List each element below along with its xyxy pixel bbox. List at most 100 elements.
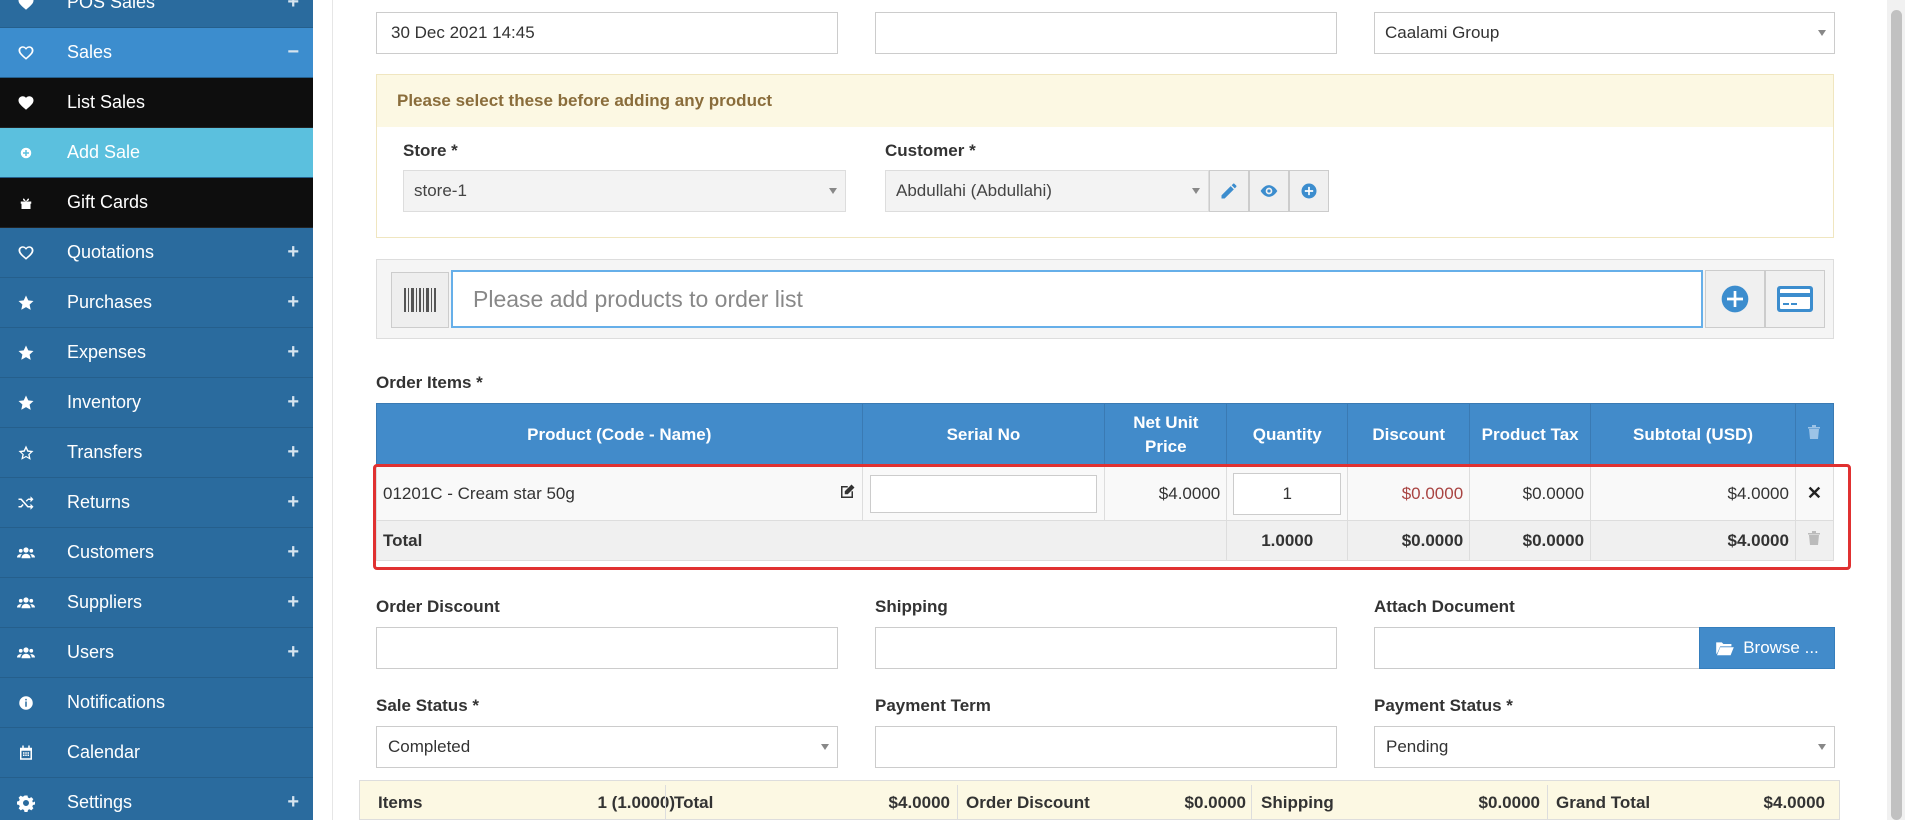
- column-header-serial[interactable]: Serial No: [861, 403, 1106, 467]
- sidebar-item-label: Sales: [67, 42, 113, 62]
- payment-term-label: Payment Term: [875, 696, 991, 715]
- gift-card-button[interactable]: [1765, 270, 1825, 328]
- customer-value: Abdullahi (Abdullahi): [896, 181, 1052, 200]
- barcode-icon: [391, 272, 449, 328]
- users-icon: [14, 544, 38, 562]
- sale-status-value: Completed: [388, 737, 471, 756]
- payment-status-label: Payment Status *: [1374, 696, 1513, 715]
- column-header-price[interactable]: Net Unit Price: [1104, 403, 1228, 467]
- heart-outline-icon: [14, 244, 38, 262]
- summary-total-value: $4.0000: [888, 793, 950, 812]
- sidebar-item-purchases[interactable]: Purchases +: [0, 278, 313, 328]
- sidebar-item-inventory[interactable]: Inventory +: [0, 378, 313, 428]
- sidebar-item-label: Expenses: [67, 342, 147, 362]
- sidebar-item-calendar[interactable]: Calendar: [0, 728, 313, 778]
- scrollbar-thumb[interactable]: [1891, 10, 1902, 820]
- shipping-input[interactable]: [875, 627, 1337, 669]
- plus-circle-icon: [1721, 285, 1749, 313]
- order-items-label: Order Items *: [376, 373, 483, 392]
- column-header-subtotal[interactable]: Subtotal (USD): [1590, 403, 1796, 467]
- sidebar-item-list-sales[interactable]: List Sales: [0, 78, 313, 128]
- summary-items-label: Items: [378, 793, 423, 812]
- date-input[interactable]: 30 Dec 2021 14:45: [376, 12, 838, 54]
- payment-status-select[interactable]: Pending: [1374, 726, 1835, 768]
- product-search-input[interactable]: Please add products to order list: [451, 270, 1703, 328]
- attach-document-label: Attach Document: [1374, 597, 1515, 616]
- sidebar-item-notifications[interactable]: Notifications: [0, 678, 313, 728]
- sidebar-item-pos-sales[interactable]: POS Sales +: [0, 0, 313, 28]
- sidebar-item-users[interactable]: Users +: [0, 628, 313, 678]
- order-discount-input[interactable]: [376, 627, 838, 669]
- column-header-quantity[interactable]: Quantity: [1226, 403, 1349, 467]
- sidebar-item-label: Calendar: [67, 742, 141, 762]
- customer-label: Customer *: [885, 141, 976, 160]
- sidebar-item-sales[interactable]: Sales −: [0, 28, 313, 78]
- table-header-row: Product (Code - Name) Serial No Net Unit…: [376, 403, 1835, 467]
- chevron-down-icon: [1818, 30, 1826, 36]
- sidebar-item-label: POS Sales: [67, 0, 156, 12]
- sidebar-item-label: Returns: [67, 492, 131, 512]
- reference-input[interactable]: [875, 12, 1337, 54]
- summary-divider: [665, 785, 666, 820]
- add-product-button[interactable]: [1705, 270, 1765, 328]
- sidebar-item-label: Inventory: [67, 392, 142, 412]
- chevron-down-icon: [821, 744, 829, 750]
- totals-summary-bar: Items 1 (1.0000) Total $4.0000 Order Dis…: [359, 780, 1840, 820]
- sidebar-item-label: Users: [67, 642, 115, 662]
- heart-outline-icon: [14, 44, 38, 62]
- sidebar-item-customers[interactable]: Customers +: [0, 528, 313, 578]
- calendar-icon: [14, 744, 38, 762]
- sidebar-item-suppliers[interactable]: Suppliers +: [0, 578, 313, 628]
- biller-select[interactable]: Caalami Group: [1374, 12, 1835, 54]
- sidebar-item-settings[interactable]: Settings +: [0, 778, 313, 820]
- expand-icon: +: [287, 441, 299, 463]
- plus-circle-icon: [1301, 183, 1317, 199]
- eye-icon: [1260, 185, 1278, 197]
- users-icon: [14, 644, 38, 662]
- sidebar-item-add-sale[interactable]: Add Sale: [0, 128, 313, 178]
- expand-icon: +: [287, 591, 299, 613]
- content-divider: [332, 0, 333, 820]
- star-icon: [14, 394, 38, 412]
- summary-shipping-label: Shipping: [1261, 793, 1334, 812]
- add-customer-button[interactable]: [1289, 170, 1329, 212]
- sidebar-item-quotations[interactable]: Quotations +: [0, 228, 313, 278]
- sidebar-item-transfers[interactable]: Transfers +: [0, 428, 313, 478]
- sidebar-item-expenses[interactable]: Expenses +: [0, 328, 313, 378]
- column-header-tax[interactable]: Product Tax: [1469, 403, 1592, 467]
- shipping-label: Shipping: [875, 597, 948, 616]
- summary-divider: [1251, 785, 1252, 820]
- customer-select[interactable]: Abdullahi (Abdullahi): [885, 170, 1209, 212]
- search-placeholder: Please add products to order list: [473, 285, 803, 312]
- sidebar-item-label: Quotations: [67, 242, 155, 262]
- browse-button[interactable]: Browse ...: [1699, 627, 1835, 669]
- summary-items-value: 1 (1.0000): [597, 793, 676, 812]
- sidebar-item-gift-cards[interactable]: Gift Cards: [0, 178, 313, 228]
- biller-value: Caalami Group: [1385, 23, 1500, 42]
- collapse-icon: −: [287, 41, 299, 63]
- browse-label: Browse ...: [1743, 638, 1819, 657]
- trash-header-icon: [1794, 403, 1835, 467]
- order-discount-label: Order Discount: [376, 597, 500, 616]
- store-select[interactable]: store-1: [403, 170, 846, 212]
- payment-term-input[interactable]: [875, 726, 1337, 768]
- sale-status-select[interactable]: Completed: [376, 726, 838, 768]
- star-outline-icon: [14, 444, 38, 462]
- column-header-discount[interactable]: Discount: [1347, 403, 1471, 467]
- edit-customer-button[interactable]: [1209, 170, 1249, 212]
- summary-total-label: Total: [674, 793, 714, 812]
- sidebar-item-label: Transfers: [67, 442, 143, 462]
- attach-document-input[interactable]: [1374, 627, 1700, 669]
- column-header-product[interactable]: Product (Code - Name): [376, 403, 863, 467]
- summary-discount-value: $0.0000: [1184, 793, 1246, 812]
- expand-icon: +: [287, 341, 299, 363]
- heart-icon: [14, 94, 38, 112]
- sidebar-item-label: Add Sale: [67, 142, 141, 162]
- expand-icon: +: [287, 241, 299, 263]
- sidebar-item-label: Customers: [67, 542, 155, 562]
- expand-icon: +: [287, 541, 299, 563]
- sidebar-item-returns[interactable]: Returns +: [0, 478, 313, 528]
- view-customer-button[interactable]: [1249, 170, 1289, 212]
- sidebar-item-label: Gift Cards: [67, 192, 149, 212]
- scrollbar[interactable]: [1887, 0, 1905, 820]
